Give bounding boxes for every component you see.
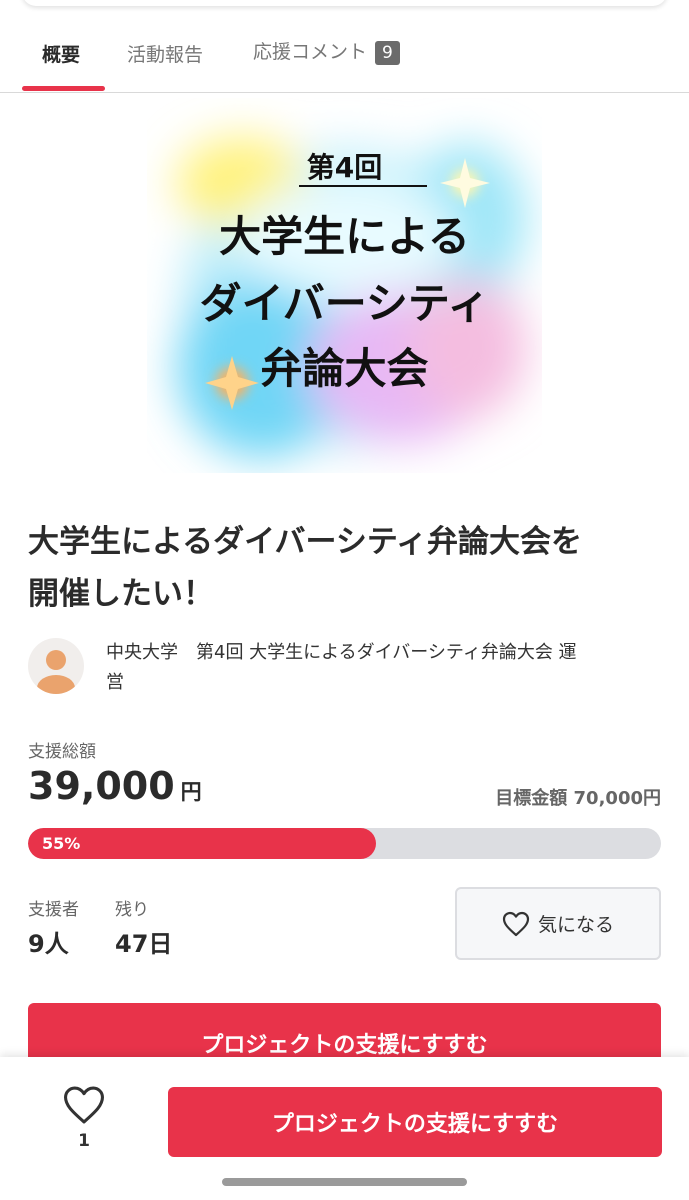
heart-outline-icon — [63, 1086, 104, 1124]
remaining-label: 残り — [115, 900, 149, 920]
home-indicator — [222, 1178, 467, 1186]
total-support-amount: 39,000 円 — [28, 764, 202, 808]
tab-activity-reports[interactable]: 活動報告 — [127, 40, 203, 67]
tab-support-comments-label: 応援コメント — [253, 41, 368, 63]
supporters-label: 支援者 — [28, 900, 79, 920]
total-support-label: 支援総額 — [28, 742, 96, 762]
tab-overview-label: 概要 — [42, 44, 81, 66]
active-tab-indicator — [22, 86, 105, 91]
supporters-count: 9人 — [28, 930, 69, 958]
hero-title-line3: 弁論大会 — [260, 344, 429, 393]
owner-avatar[interactable] — [28, 638, 84, 694]
bottom-support-button-label: プロジェクトの支援にすすむ — [271, 1112, 559, 1137]
heart-outline-icon — [502, 911, 530, 936]
goal-amount: 目標金額 70,000円 — [495, 788, 661, 809]
amount-value: 39,000 — [28, 764, 175, 808]
like-count: 1 — [78, 1131, 90, 1151]
funding-progress-bar: 55% — [28, 828, 661, 859]
user-avatar-icon — [37, 650, 75, 694]
owner-name-line1: 中央大学 第4回 大学生によるダイバーシティ弁論大会 運 — [106, 642, 577, 663]
remaining-days: 47日 — [115, 930, 173, 958]
like-button[interactable]: 1 — [58, 1085, 110, 1151]
amount-unit: 円 — [180, 780, 202, 804]
hero-title-line2: ダイバーシティ — [199, 279, 490, 328]
tab-support-comments[interactable]: 応援コメント 9 — [253, 37, 400, 65]
tab-overview[interactable]: 概要 — [42, 40, 80, 67]
project-owner-name[interactable]: 中央大学 第4回 大学生によるダイバーシティ弁論大会 運 営 — [106, 638, 666, 698]
project-title-line1: 大学生によるダイバーシティ弁論大会を — [28, 524, 582, 560]
funding-progress-percent: 55% — [42, 834, 81, 853]
watch-button-label: 気になる — [537, 914, 614, 936]
tab-activity-reports-label: 活動報告 — [127, 44, 204, 66]
project-hero-image: 第4回 大学生による ダイバーシティ 弁論大会 — [147, 98, 542, 473]
project-title: 大学生によるダイバーシティ弁論大会を 開催したい！ — [28, 516, 668, 620]
owner-name-line2: 営 — [106, 672, 124, 693]
project-title-line2: 開催したい！ — [28, 576, 214, 612]
hero-title-line1: 大学生による — [219, 212, 470, 261]
comment-count-badge: 9 — [375, 40, 400, 65]
watch-button[interactable]: 気になる — [455, 887, 661, 960]
bottom-support-project-button[interactable]: プロジェクトの支援にすすむ — [168, 1087, 662, 1157]
support-project-button-label: プロジェクトの支援にすすむ — [201, 1033, 488, 1058]
hero-edition-text: 第4回 — [306, 151, 383, 184]
tab-bar: 概要 活動報告 応援コメント 9 — [0, 0, 689, 93]
